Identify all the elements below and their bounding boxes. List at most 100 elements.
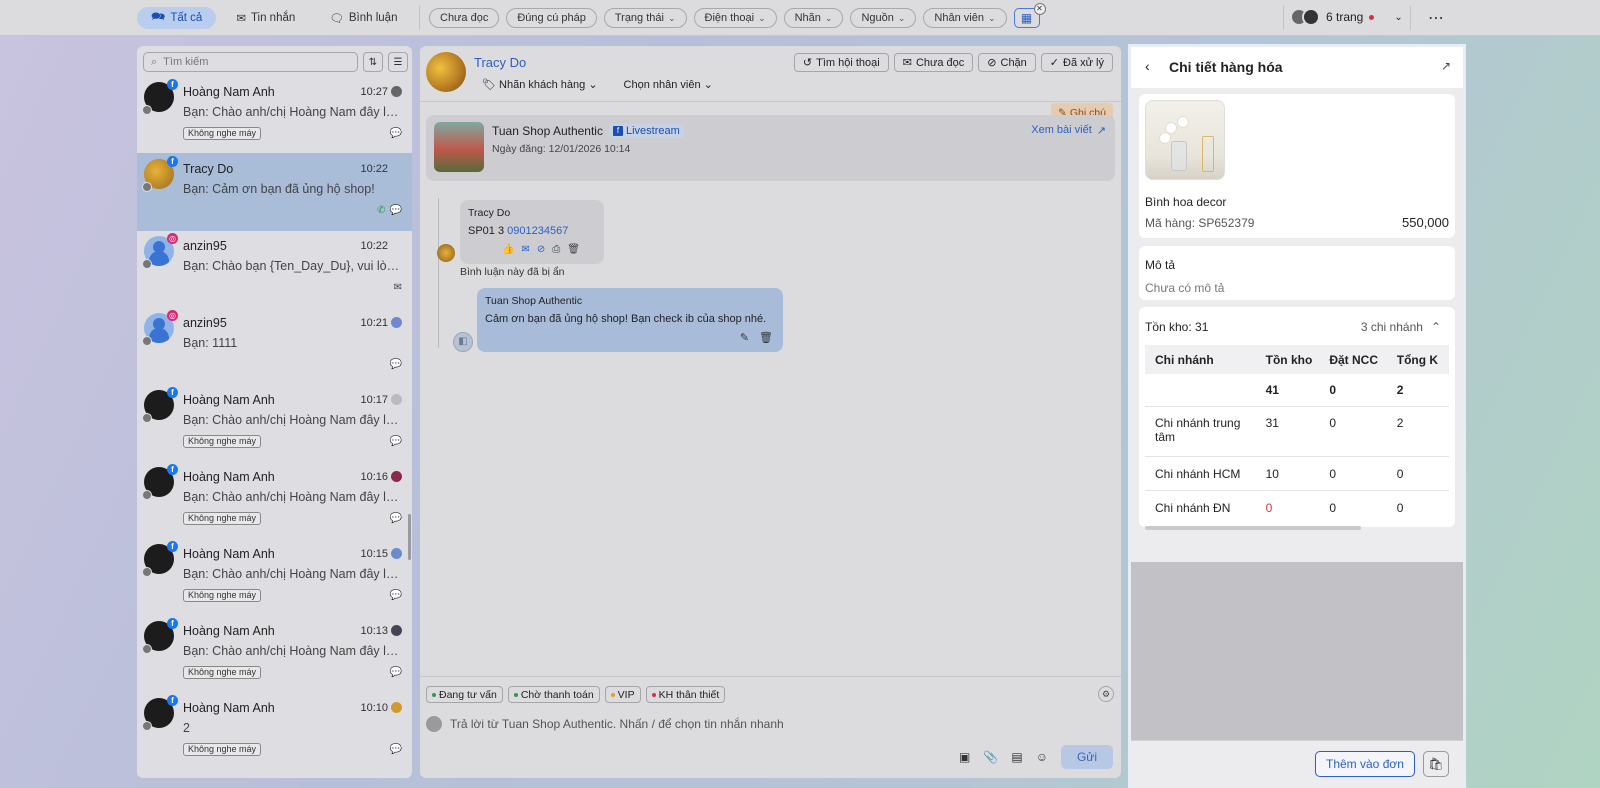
quick-reply-icon[interactable]: ▤ (1011, 750, 1022, 764)
table-cell: Chi nhánh trung tâm (1155, 416, 1241, 444)
tab-messages[interactable]: ✉ Tin nhắn (222, 7, 309, 29)
filter-syntax[interactable]: Đúng cú pháp (506, 8, 597, 28)
filter-label-tag[interactable]: Nhãn ⌄ (783, 8, 844, 28)
table-cell: 0 (1329, 466, 1337, 481)
filter-status[interactable]: Trạng thái ⌄ (603, 8, 687, 28)
trash-icon[interactable]: 🗑 (759, 331, 773, 344)
back-icon[interactable]: ‹ (1145, 58, 1150, 74)
button-label: Thêm vào đơn (1326, 757, 1404, 771)
view-post-link[interactable]: Xem bài viết ↗ (1031, 124, 1106, 137)
like-icon[interactable]: 👍 (502, 244, 514, 255)
page-selector[interactable]: 6 trang ⌄ (1290, 8, 1403, 26)
hide-icon[interactable]: ⊘ (537, 244, 545, 255)
list-item[interactable]: f Hoàng Nam Anh 10:16 Bạn: Chào anh/chị … (137, 461, 412, 539)
list-item-selected[interactable]: f Tracy Do 10:22 Bạn: Cảm ơn bạn đã ủng … (137, 153, 412, 231)
filter-unread[interactable]: Chưa đọc (429, 8, 500, 28)
conversation-tag: Không nghe máy (183, 127, 262, 140)
flower-shape (1166, 123, 1176, 133)
image-icon[interactable]: ▣ (959, 750, 970, 764)
filter-source[interactable]: Nguồn ⌄ (850, 8, 917, 28)
list-filter-button[interactable]: ☰ (388, 52, 408, 72)
list-item[interactable]: ◎ anzin95 10:21 Bạn: 1111 💬 (137, 307, 412, 385)
phone-number-link[interactable]: 0901234567 (507, 225, 568, 237)
edit-icon[interactable]: ✎ (740, 331, 749, 344)
print-icon[interactable]: ⎙ (552, 244, 560, 255)
add-to-order-button[interactable]: Thêm vào đơn (1315, 751, 1415, 777)
column-header: Tồn kho (1265, 352, 1313, 367)
list-item[interactable]: ◎ anzin95 10:22 Bạn: Chào bạn {Ten_Day_D… (137, 230, 412, 308)
conversation-actions: ✆ 💬 (377, 205, 402, 216)
conversation-time: 10:10 (360, 702, 388, 714)
list-item[interactable]: f Hoàng Nam Anh 10:13 Bạn: Chào anh/chị … (137, 615, 412, 693)
column-header: Tổng K (1396, 352, 1439, 367)
clear-date-icon[interactable]: ✕ (1033, 3, 1046, 15)
customer-avatar[interactable] (426, 52, 466, 92)
conversation-preview: Bạn: Chào anh/chị Hoàng Nam đây là... (183, 413, 401, 427)
gear-icon[interactable]: ⚙ (1098, 686, 1114, 702)
sort-button[interactable]: ⇅ (363, 52, 383, 72)
column-header: Chi nhánh (1155, 352, 1214, 367)
send-button[interactable]: Gửi (1060, 745, 1113, 769)
cart-icon[interactable]: 🛍 (1423, 751, 1449, 777)
description-label: Mô tả (1145, 258, 1176, 272)
product-image[interactable] (1145, 100, 1225, 180)
staff-dropdown[interactable]: Chọn nhân viên ⌄ (624, 78, 713, 91)
table-cell: Chi nhánh HCM (1155, 466, 1241, 481)
conversation-name: Hoàng Nam Anh (183, 701, 275, 715)
table-row: Chi nhánh HCM 10 0 0 (1145, 457, 1449, 491)
conversation-name: anzin95 (183, 239, 227, 253)
customer-label-dropdown[interactable]: 🏷 Nhãn khách hàng ⌄ (482, 78, 598, 91)
assignee-avatar (391, 394, 402, 405)
table-cell: 0 (1329, 416, 1337, 430)
mark-done-button[interactable]: ✓ Đã xử lý (1040, 53, 1113, 72)
description-card: Mô tả Chưa có mô tả (1139, 246, 1455, 300)
find-conversation-button[interactable]: ↺ Tìm hội thoại (793, 53, 889, 72)
post-thumbnail[interactable] (434, 122, 484, 172)
filter-staff[interactable]: Nhân viên ⌄ (923, 8, 1007, 28)
comment-icon: 💬 (389, 667, 402, 678)
date-filter-button[interactable]: ▦ ✕ (1013, 3, 1046, 28)
facebook-icon: f (167, 541, 178, 552)
conversation-list: ⌕ Tìm kiếm ⇅ ☰ f Hoàng Nam Anh 10:27 Bạn… (137, 46, 412, 778)
list-item[interactable]: f Hoàng Nam Anh 10:10 2 Không nghe máy 💬 (137, 692, 412, 770)
instagram-icon: ◎ (167, 233, 178, 244)
conversation-time: 10:15 (360, 548, 388, 560)
quick-tag[interactable]: VIP (604, 686, 641, 703)
envelope-icon[interactable]: ✉ (521, 244, 529, 255)
phone-icon: ✆ (377, 205, 386, 216)
reply-bubble: Tuan Shop Authentic Cảm ơn bạn đã ủng hộ… (477, 288, 783, 352)
table-cell: 0 (1396, 466, 1404, 481)
message-input[interactable]: Trả lời từ Tuan Shop Authentic. Nhấn / đ… (426, 716, 784, 732)
branch-toggle[interactable]: 3 chi nhánh ⌃ (1361, 320, 1441, 334)
search-icon: ⌕ (151, 55, 158, 68)
table-row: Chi nhánh trung tâm 31 0 2 (1145, 407, 1449, 457)
list-item[interactable]: f Hoàng Nam Anh 10:27 Bạn: Chào anh/chị … (137, 76, 412, 154)
button-label: Tìm hội thoại (816, 56, 880, 69)
attachment-icon[interactable]: 📎 (983, 750, 998, 764)
more-menu-icon[interactable]: ⋯ (1428, 8, 1445, 28)
button-label: Gửi (1076, 750, 1097, 764)
comment-author: Tracy Do (468, 207, 511, 219)
chevron-down-icon: ⌄ (667, 12, 676, 23)
block-button[interactable]: ⊘ Chặn (978, 53, 1036, 72)
trash-icon[interactable]: 🗑 (567, 244, 580, 255)
mark-unread-button[interactable]: ✉ Chưa đọc (893, 53, 974, 72)
conversation-tag: Không nghe máy (183, 589, 262, 602)
filter-phone[interactable]: Điện thoại ⌄ (693, 8, 777, 28)
table-cell: 2 (1396, 383, 1404, 397)
chevron-down-icon: ⌄ (703, 79, 713, 91)
customer-name[interactable]: Tracy Do (474, 55, 526, 70)
scrollbar[interactable] (408, 514, 411, 560)
search-input[interactable]: ⌕ Tìm kiếm (143, 52, 358, 72)
horizontal-scrollbar[interactable] (1145, 526, 1361, 530)
tab-all[interactable]: 🗪 Tất cả (137, 7, 217, 29)
quick-tag[interactable]: KH thân thiết (645, 686, 726, 703)
tab-comments[interactable]: 🗨 Bình luận (315, 7, 411, 29)
chevron-up-icon: ⌃ (1430, 320, 1441, 334)
list-item[interactable]: f Hoàng Nam Anh 10:15 Bạn: Chào anh/chị … (137, 538, 412, 616)
emoji-icon[interactable]: ☺ (1036, 750, 1048, 764)
quick-tag[interactable]: Chờ thanh toán (507, 686, 600, 703)
list-item[interactable]: f Hoàng Nam Anh 10:17 Bạn: Chào anh/chị … (137, 384, 412, 462)
quick-tag[interactable]: Đang tư vấn (426, 686, 503, 703)
external-link-icon[interactable]: ↗ (1441, 59, 1451, 73)
